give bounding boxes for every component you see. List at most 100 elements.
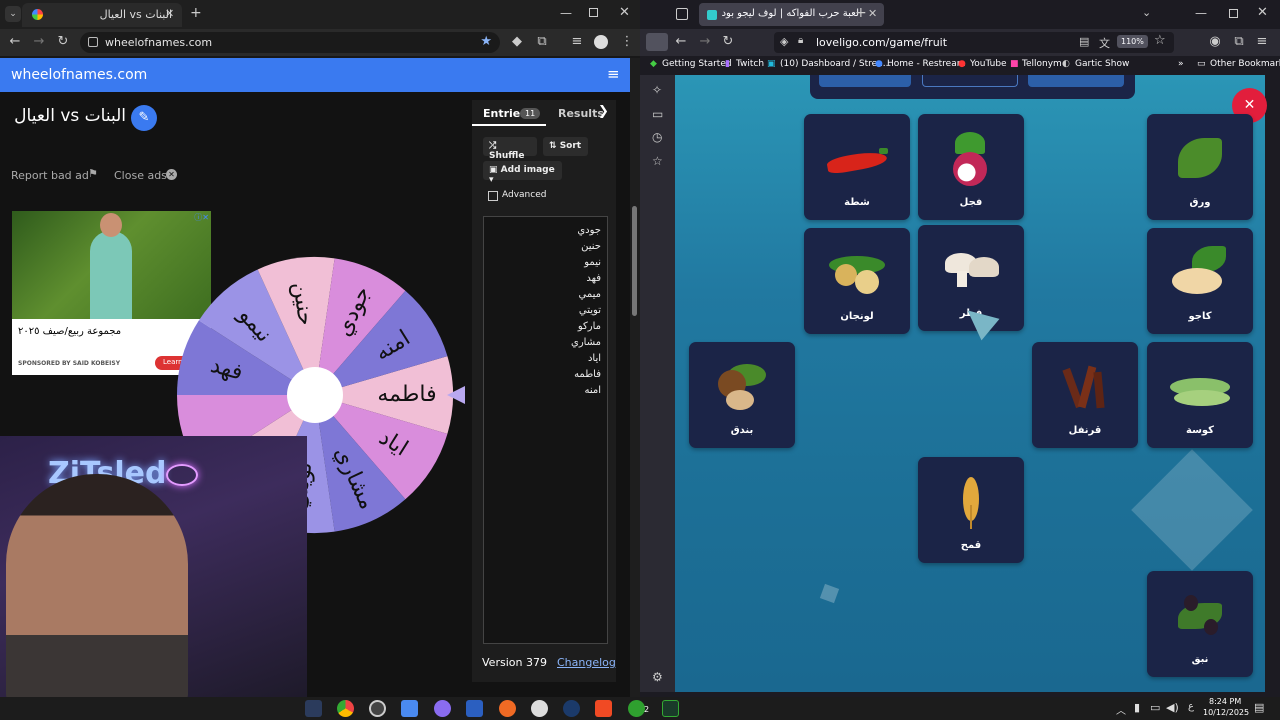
- obs-icon[interactable]: [369, 700, 386, 717]
- bookmark-tellonym[interactable]: Tellonym: [1022, 59, 1062, 69]
- extension-icon[interactable]: ◆: [509, 34, 525, 50]
- card-zucchini[interactable]: كوسة: [1147, 342, 1253, 448]
- add-image-button[interactable]: ▣ Add image ▾: [483, 161, 562, 185]
- site-info-icon[interactable]: [88, 37, 98, 47]
- extensions-puzzle-icon[interactable]: ⧉: [534, 34, 550, 50]
- clock-date[interactable]: 10/12/2025: [1203, 708, 1249, 717]
- tab-close-icon[interactable]: ✕: [868, 7, 877, 20]
- card-cashew[interactable]: كاجو: [1147, 228, 1253, 334]
- volume-icon[interactable]: ◀): [1166, 701, 1179, 714]
- account-icon[interactable]: ◉: [1207, 34, 1223, 50]
- back-icon[interactable]: ←: [673, 34, 689, 50]
- bookmark-youtube[interactable]: YouTube: [970, 59, 1007, 69]
- back-icon[interactable]: ←: [7, 34, 23, 50]
- shield-icon[interactable]: ◈: [780, 35, 788, 48]
- discord-icon[interactable]: [434, 700, 451, 717]
- tab-results[interactable]: Results ❯: [548, 100, 616, 126]
- new-tab-icon[interactable]: +: [855, 5, 867, 21]
- minimize-icon[interactable]: —: [560, 6, 572, 20]
- synced-tabs-icon[interactable]: ▭: [652, 107, 663, 121]
- report-ad-link[interactable]: Report bad ad: [11, 169, 89, 182]
- reload-icon[interactable]: ↻: [55, 34, 71, 50]
- page-scrollbar[interactable]: [630, 58, 640, 697]
- close-window-icon[interactable]: ✕: [1257, 5, 1268, 20]
- xbox-icon[interactable]: [628, 700, 645, 717]
- more-bookmarks-icon[interactable]: »: [1178, 59, 1184, 69]
- address-bar[interactable]: ◈ 🔒︎ loveligo.com/game/fruit ▤ 文 110% ☆: [774, 32, 1174, 53]
- card-leaf[interactable]: ورق: [1147, 114, 1253, 220]
- edit-title-button[interactable]: ✎: [131, 105, 157, 131]
- mic-icon[interactable]: ▮: [1134, 701, 1140, 714]
- card-wheat[interactable]: قمح: [918, 457, 1024, 563]
- minimize-icon[interactable]: —: [1195, 6, 1207, 20]
- clock-time[interactable]: 8:24 PM: [1209, 697, 1241, 706]
- new-tab-icon[interactable]: +: [190, 5, 202, 21]
- app-icon[interactable]: [531, 700, 548, 717]
- firefox-icon[interactable]: [499, 700, 516, 717]
- zoom-badge[interactable]: 110%: [1117, 35, 1148, 48]
- xbox-gamebar-icon[interactable]: [662, 700, 679, 717]
- card-clove[interactable]: قرنفل: [1032, 342, 1138, 448]
- store-icon[interactable]: [401, 700, 418, 717]
- tray-chevron-icon[interactable]: ︿: [1116, 702, 1126, 717]
- bookmark-star-icon[interactable]: ☆: [1154, 33, 1166, 48]
- bookmark-home-restream[interactable]: Home - Restream: [887, 59, 965, 69]
- advanced-checkbox[interactable]: [488, 191, 498, 201]
- card-radish[interactable]: فجل: [918, 114, 1024, 220]
- card-hazelnut[interactable]: بندق: [689, 342, 795, 448]
- forward-icon[interactable]: →: [697, 34, 713, 50]
- sort-button[interactable]: ⇅ Sort: [543, 137, 588, 156]
- settings-gear-icon[interactable]: ⚙: [652, 670, 663, 684]
- top-slot-3[interactable]: [1028, 75, 1124, 87]
- notifications-icon[interactable]: ▤: [1254, 701, 1264, 714]
- ai-sparkle-icon[interactable]: ✧: [652, 83, 662, 97]
- maximize-icon[interactable]: [1229, 9, 1238, 18]
- tab-entries[interactable]: Entries 11: [472, 100, 546, 126]
- changelog-link[interactable]: Changelog: [557, 656, 616, 669]
- language-indicator[interactable]: ع: [1188, 701, 1194, 712]
- collapse-panel-icon[interactable]: ❯: [598, 104, 609, 119]
- list-tabs-icon[interactable]: ⌄: [1142, 6, 1151, 19]
- close-ads-icon[interactable]: ✕: [166, 169, 177, 180]
- menu-icon[interactable]: ⋮: [619, 34, 635, 50]
- tab-overview-icon[interactable]: [676, 8, 688, 20]
- bookmark-gartic-show[interactable]: Gartic Show: [1075, 59, 1129, 69]
- bookmark-getting-started[interactable]: Getting Started: [662, 59, 732, 69]
- card-olive[interactable]: نبق: [1147, 571, 1253, 677]
- sidebar-toggle-icon[interactable]: [646, 33, 668, 51]
- tab-list-button[interactable]: ⌄: [5, 6, 21, 22]
- profile-avatar[interactable]: [594, 35, 608, 49]
- history-icon[interactable]: ◷: [652, 130, 662, 144]
- card-longan[interactable]: لونجان: [804, 228, 910, 334]
- bookmark-other[interactable]: Other Bookmarks: [1210, 59, 1280, 69]
- chrome-icon[interactable]: [337, 700, 354, 717]
- close-ads-link[interactable]: Close ads: [114, 169, 167, 182]
- tab-close-icon[interactable]: ✕: [165, 7, 174, 20]
- site-logo[interactable]: wheelofnames.com: [11, 67, 147, 83]
- bookmarks-icon[interactable]: ☆: [652, 154, 663, 168]
- network-icon[interactable]: ▭: [1150, 701, 1160, 714]
- ad-info-icon[interactable]: ⓘ✕: [194, 212, 209, 223]
- brave-icon[interactable]: [595, 700, 612, 717]
- address-bar[interactable]: wheelofnames.com ★: [80, 32, 500, 53]
- word-icon[interactable]: [466, 700, 483, 717]
- steam-icon[interactable]: [563, 700, 580, 717]
- close-window-icon[interactable]: ✕: [619, 5, 630, 20]
- top-slot-1[interactable]: [819, 75, 911, 87]
- reload-icon[interactable]: ↻: [720, 34, 736, 50]
- menu-icon[interactable]: ≡: [1254, 34, 1270, 50]
- bookmark-twitch[interactable]: Twitch: [736, 59, 764, 69]
- forward-icon[interactable]: →: [31, 34, 47, 50]
- taskbar-app-icon[interactable]: [305, 700, 322, 717]
- hamburger-icon[interactable]: ≡: [607, 65, 620, 83]
- translate-icon[interactable]: 文: [1099, 35, 1110, 51]
- wheel-center[interactable]: [287, 367, 343, 423]
- tab-wheelofnames[interactable]: البنات vs العيال: [22, 3, 182, 27]
- shuffle-button[interactable]: ⤮ Shuffle: [483, 137, 537, 161]
- extensions-icon[interactable]: ⧉: [1231, 34, 1247, 50]
- media-icon[interactable]: ≡: [569, 34, 585, 50]
- bookmark-star-icon[interactable]: ★: [480, 34, 492, 49]
- entries-textarea[interactable]: جودي حنين نيمو فهد ميمي تويتي ماركو مشاري اياد فا…: [483, 216, 608, 644]
- card-chili[interactable]: شطة: [804, 114, 910, 220]
- reader-icon[interactable]: ▤: [1079, 35, 1089, 48]
